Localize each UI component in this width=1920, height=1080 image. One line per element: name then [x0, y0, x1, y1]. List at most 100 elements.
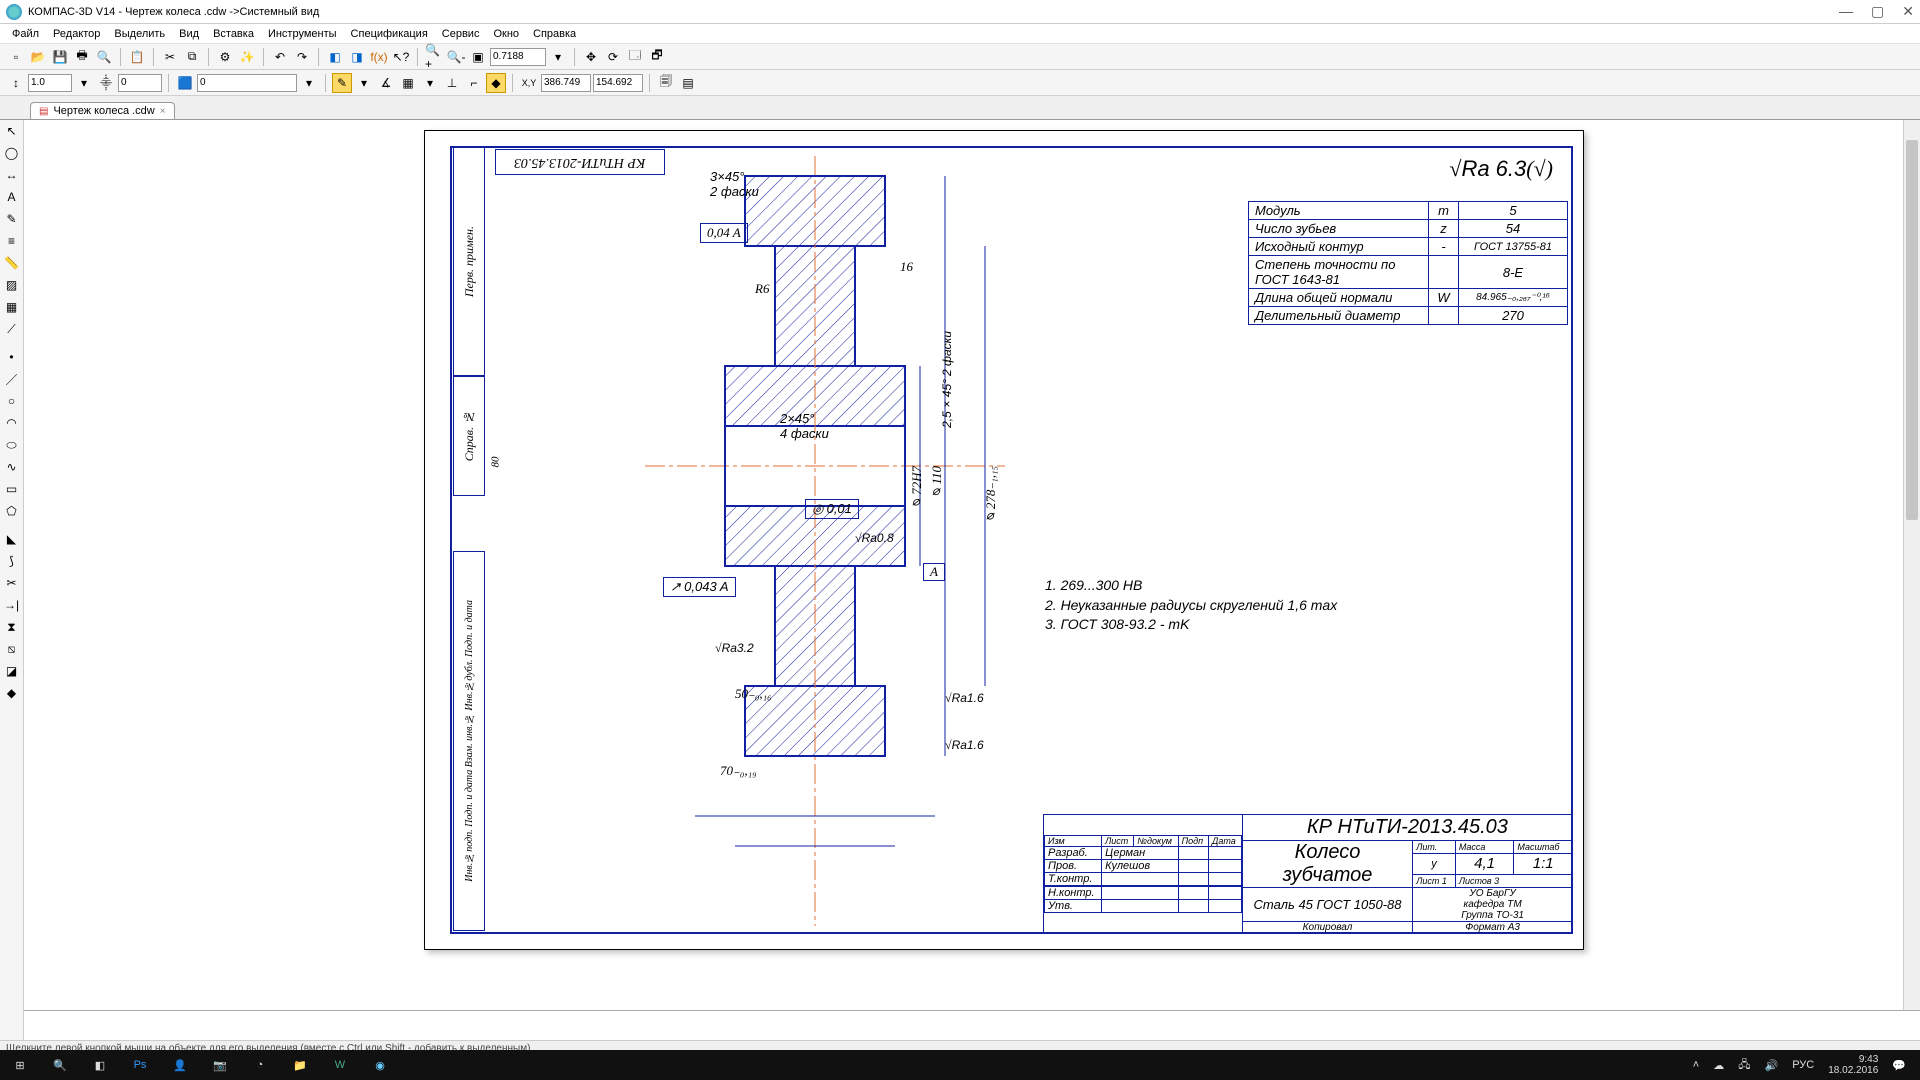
fillet-tool[interactable]: ⟆: [1, 551, 23, 571]
new-button[interactable]: ▫: [6, 47, 26, 67]
text-tool[interactable]: A: [1, 187, 23, 207]
snap2-button[interactable]: ◆: [486, 73, 506, 93]
zoom-in-button[interactable]: 🔍+: [424, 47, 444, 67]
select-tool[interactable]: ↖: [1, 121, 23, 141]
project-tool[interactable]: ◪: [1, 661, 23, 681]
draw-mode-button[interactable]: ✎: [332, 73, 352, 93]
angle-button[interactable]: ∡: [376, 73, 396, 93]
tray-notif-icon[interactable]: 💬: [1892, 1059, 1906, 1072]
coord-x[interactable]: [541, 74, 591, 92]
snap-button[interactable]: ⸎: [96, 73, 116, 93]
line-tool[interactable]: ／: [1, 369, 23, 389]
menu-service[interactable]: Сервис: [436, 26, 486, 42]
tray-vol-icon[interactable]: 🔊: [1765, 1059, 1779, 1072]
extend-tool[interactable]: →|: [1, 595, 23, 615]
rect-tool[interactable]: ▭: [1, 479, 23, 499]
dim-tool[interactable]: ↔: [1, 165, 23, 185]
app-word-icon[interactable]: W: [320, 1050, 360, 1080]
print-button[interactable]: 🖶: [72, 47, 92, 67]
menu-help[interactable]: Справка: [527, 26, 582, 42]
menu-tools[interactable]: Инструменты: [262, 26, 343, 42]
toggle-b-button[interactable]: 🗗: [647, 47, 667, 67]
menu-insert[interactable]: Вставка: [207, 26, 260, 42]
tray-lang[interactable]: РУС: [1792, 1059, 1814, 1071]
circle-tool[interactable]: ○: [1, 391, 23, 411]
last-tool[interactable]: ◆: [1, 683, 23, 703]
field1[interactable]: [28, 74, 72, 92]
point-tool[interactable]: •: [1, 347, 23, 367]
trim-tool[interactable]: ✂: [1, 573, 23, 593]
cut-button[interactable]: ✂: [160, 47, 180, 67]
vars2-button[interactable]: ◨: [347, 47, 367, 67]
help-arrow-button[interactable]: ↖?: [391, 47, 411, 67]
vertical-scrollbar[interactable]: [1903, 120, 1920, 1010]
ortho-button[interactable]: ⊥: [442, 73, 462, 93]
layer-input[interactable]: [197, 74, 297, 92]
document-tab[interactable]: ▤ Чертеж колеса .cdw ×: [30, 102, 175, 119]
preview-button[interactable]: 🔍: [94, 47, 114, 67]
dropdown-icon[interactable]: ▾: [74, 73, 94, 93]
hatch2-tool[interactable]: ⧅: [1, 639, 23, 659]
save-button[interactable]: 💾: [50, 47, 70, 67]
mirror-tool[interactable]: ⧗: [1, 617, 23, 637]
refresh-button[interactable]: ⟳: [603, 47, 623, 67]
app-explorer-icon[interactable]: 📁: [280, 1050, 320, 1080]
style-button[interactable]: ↕: [6, 73, 26, 93]
geom-tool[interactable]: ◯: [1, 143, 23, 163]
app-people-icon[interactable]: 👤: [160, 1050, 200, 1080]
app-camera-icon[interactable]: 📷: [200, 1050, 240, 1080]
dropdown-icon[interactable]: ▾: [299, 73, 319, 93]
chamfer-tool[interactable]: ◣: [1, 529, 23, 549]
open-button[interactable]: 📂: [28, 47, 48, 67]
window-maximize-button[interactable]: ▢: [1871, 3, 1884, 20]
pan-button[interactable]: ✥: [581, 47, 601, 67]
spline-tool[interactable]: ∿: [1, 457, 23, 477]
menu-select[interactable]: Выделить: [108, 26, 171, 42]
axes-button[interactable]: ⌐: [464, 73, 484, 93]
drawing-canvas[interactable]: Перв. примен. Справ. № Инв.№подп. Подп. …: [24, 120, 1920, 1010]
edit-tool[interactable]: ✎: [1, 209, 23, 229]
paste-button[interactable]: 📋: [127, 47, 147, 67]
fx-button[interactable]: f(x): [369, 47, 389, 67]
grid-button[interactable]: ▦: [398, 73, 418, 93]
misc-a-button[interactable]: 🗐: [656, 73, 676, 93]
command-line[interactable]: [24, 1010, 1920, 1040]
menu-edit[interactable]: Редактор: [47, 26, 106, 42]
vars-button[interactable]: ◧: [325, 47, 345, 67]
tray-up-icon[interactable]: ˄: [1693, 1059, 1699, 1071]
param-tool[interactable]: ≡: [1, 231, 23, 251]
search-button[interactable]: 🔍: [40, 1050, 80, 1080]
coord-y[interactable]: [593, 74, 643, 92]
window-minimize-button[interactable]: —: [1839, 3, 1853, 20]
tray-net-icon[interactable]: 🖧: [1738, 1056, 1750, 1075]
tray-clock[interactable]: 9:4318.02.2016: [1828, 1054, 1878, 1076]
layer-button[interactable]: 🟦: [175, 73, 195, 93]
zoom-fit-button[interactable]: ▣: [468, 47, 488, 67]
dropdown-icon[interactable]: ▾: [548, 47, 568, 67]
measure-tool[interactable]: 📏: [1, 253, 23, 273]
tray-cloud-icon[interactable]: ☁: [1713, 1059, 1724, 1072]
menu-window[interactable]: Окно: [487, 26, 525, 42]
menu-view[interactable]: Вид: [173, 26, 205, 42]
ellipse-tool[interactable]: ⬭: [1, 435, 23, 455]
field2[interactable]: [118, 74, 162, 92]
tab-close-icon[interactable]: ×: [160, 106, 166, 117]
toggle-a-button[interactable]: 🗔: [625, 47, 645, 67]
properties-button[interactable]: ⚙: [215, 47, 235, 67]
misc-b-button[interactable]: ▤: [678, 73, 698, 93]
taskview-button[interactable]: ◧: [80, 1050, 120, 1080]
app-chrome-icon[interactable]: ◔: [240, 1050, 280, 1080]
dropdown-icon[interactable]: ▾: [420, 73, 440, 93]
wand-button[interactable]: ✨: [237, 47, 257, 67]
zoom-input[interactable]: [490, 48, 546, 66]
redo-button[interactable]: ↷: [292, 47, 312, 67]
app-ps-icon[interactable]: Ps: [120, 1050, 160, 1080]
polygon-tool[interactable]: ⬠: [1, 501, 23, 521]
menu-spec[interactable]: Спецификация: [345, 26, 434, 42]
undo-button[interactable]: ↶: [270, 47, 290, 67]
surface-tool[interactable]: ⟋: [1, 319, 23, 339]
app-kompas-icon[interactable]: ◉: [360, 1050, 400, 1080]
dropdown-icon[interactable]: ▾: [354, 73, 374, 93]
arc-tool[interactable]: ◠: [1, 413, 23, 433]
menu-file[interactable]: Файл: [6, 26, 45, 42]
